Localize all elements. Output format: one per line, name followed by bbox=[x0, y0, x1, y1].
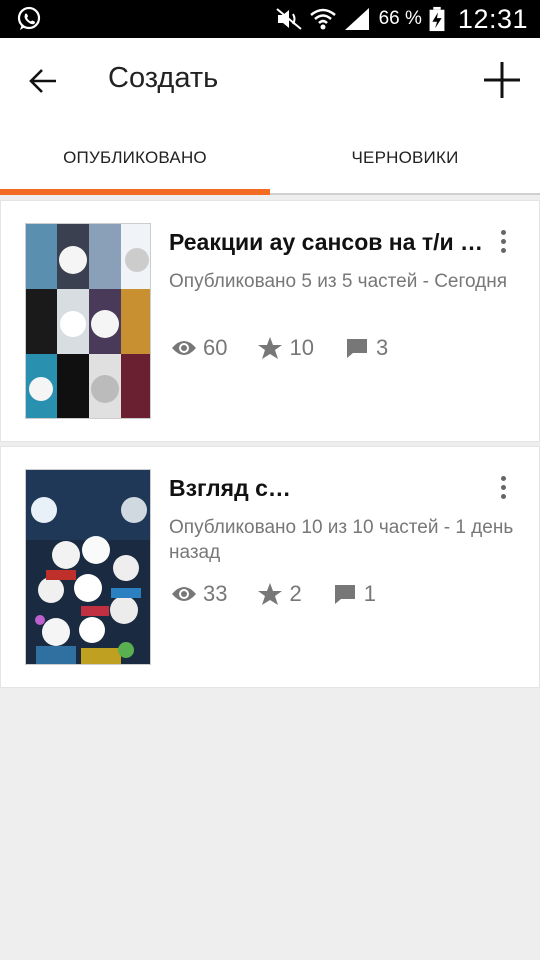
tab-bar: ОПУБЛИКОВАНО ЧЕРНОВИКИ bbox=[0, 123, 540, 195]
story-cover-image[interactable] bbox=[25, 223, 151, 419]
comments-count: 1 bbox=[363, 581, 376, 606]
comment-icon bbox=[334, 585, 355, 604]
story-cover-image[interactable] bbox=[25, 469, 151, 665]
app-bar: Создать bbox=[0, 38, 540, 123]
comments-count: 3 bbox=[375, 335, 389, 360]
mute-icon bbox=[275, 8, 302, 30]
star-icon bbox=[258, 583, 283, 605]
votes-count: 10 bbox=[289, 335, 314, 360]
status-time: 12:31 bbox=[457, 3, 528, 34]
comments-stat: 3 bbox=[344, 335, 388, 361]
eye-icon bbox=[172, 341, 196, 355]
story-card[interactable]: Взгляд с… Опубликовано 10 из 10 частей -… bbox=[0, 446, 540, 688]
story-stats: 60 10 3 bbox=[171, 335, 418, 361]
story-stats: 33 2 1 bbox=[171, 581, 406, 607]
wifi-icon bbox=[309, 8, 336, 30]
plus-icon bbox=[484, 62, 520, 98]
page-title: Создать bbox=[108, 62, 219, 94]
add-story-button[interactable] bbox=[480, 58, 524, 102]
story-card[interactable]: Реакции ау сансов на т/и … Опубликовано … bbox=[0, 200, 540, 442]
votes-stat: 10 bbox=[257, 335, 314, 361]
empty-list-area bbox=[0, 690, 540, 960]
status-bar: 66 % 12:31 bbox=[0, 0, 540, 38]
battery-percent: 66 % bbox=[378, 8, 422, 29]
views-count: 60 bbox=[203, 335, 228, 360]
cover-artwork bbox=[26, 470, 150, 664]
comments-stat: 1 bbox=[332, 581, 376, 607]
back-arrow-icon bbox=[29, 69, 56, 93]
views-count: 33 bbox=[203, 581, 228, 606]
tab-published[interactable]: ОПУБЛИКОВАНО bbox=[0, 123, 270, 193]
eye-icon bbox=[172, 587, 196, 601]
more-options-icon[interactable] bbox=[485, 469, 521, 505]
whatsapp-icon bbox=[17, 6, 41, 30]
votes-stat: 2 bbox=[257, 581, 302, 607]
back-button[interactable] bbox=[22, 60, 64, 102]
active-tab-indicator bbox=[0, 189, 270, 195]
star-icon bbox=[258, 337, 283, 359]
views-stat: 33 bbox=[171, 581, 227, 607]
votes-count: 2 bbox=[289, 581, 302, 606]
story-publish-info: Опубликовано 5 из 5 частей - Сегодня bbox=[169, 271, 508, 292]
story-title[interactable]: Реакции ау сансов на т/и … bbox=[169, 229, 489, 256]
tab-drafts[interactable]: ЧЕРНОВИКИ bbox=[270, 123, 540, 193]
comment-icon bbox=[346, 339, 367, 358]
more-options-icon[interactable] bbox=[485, 223, 521, 259]
signal-icon bbox=[344, 8, 369, 30]
story-publish-info: Опубликовано 10 из 10 частей - 1 день на… bbox=[169, 517, 514, 563]
views-stat: 60 bbox=[171, 335, 227, 361]
story-title[interactable]: Взгляд с… bbox=[169, 475, 489, 502]
cover-artwork bbox=[26, 224, 150, 418]
battery-charging-icon bbox=[429, 6, 445, 32]
